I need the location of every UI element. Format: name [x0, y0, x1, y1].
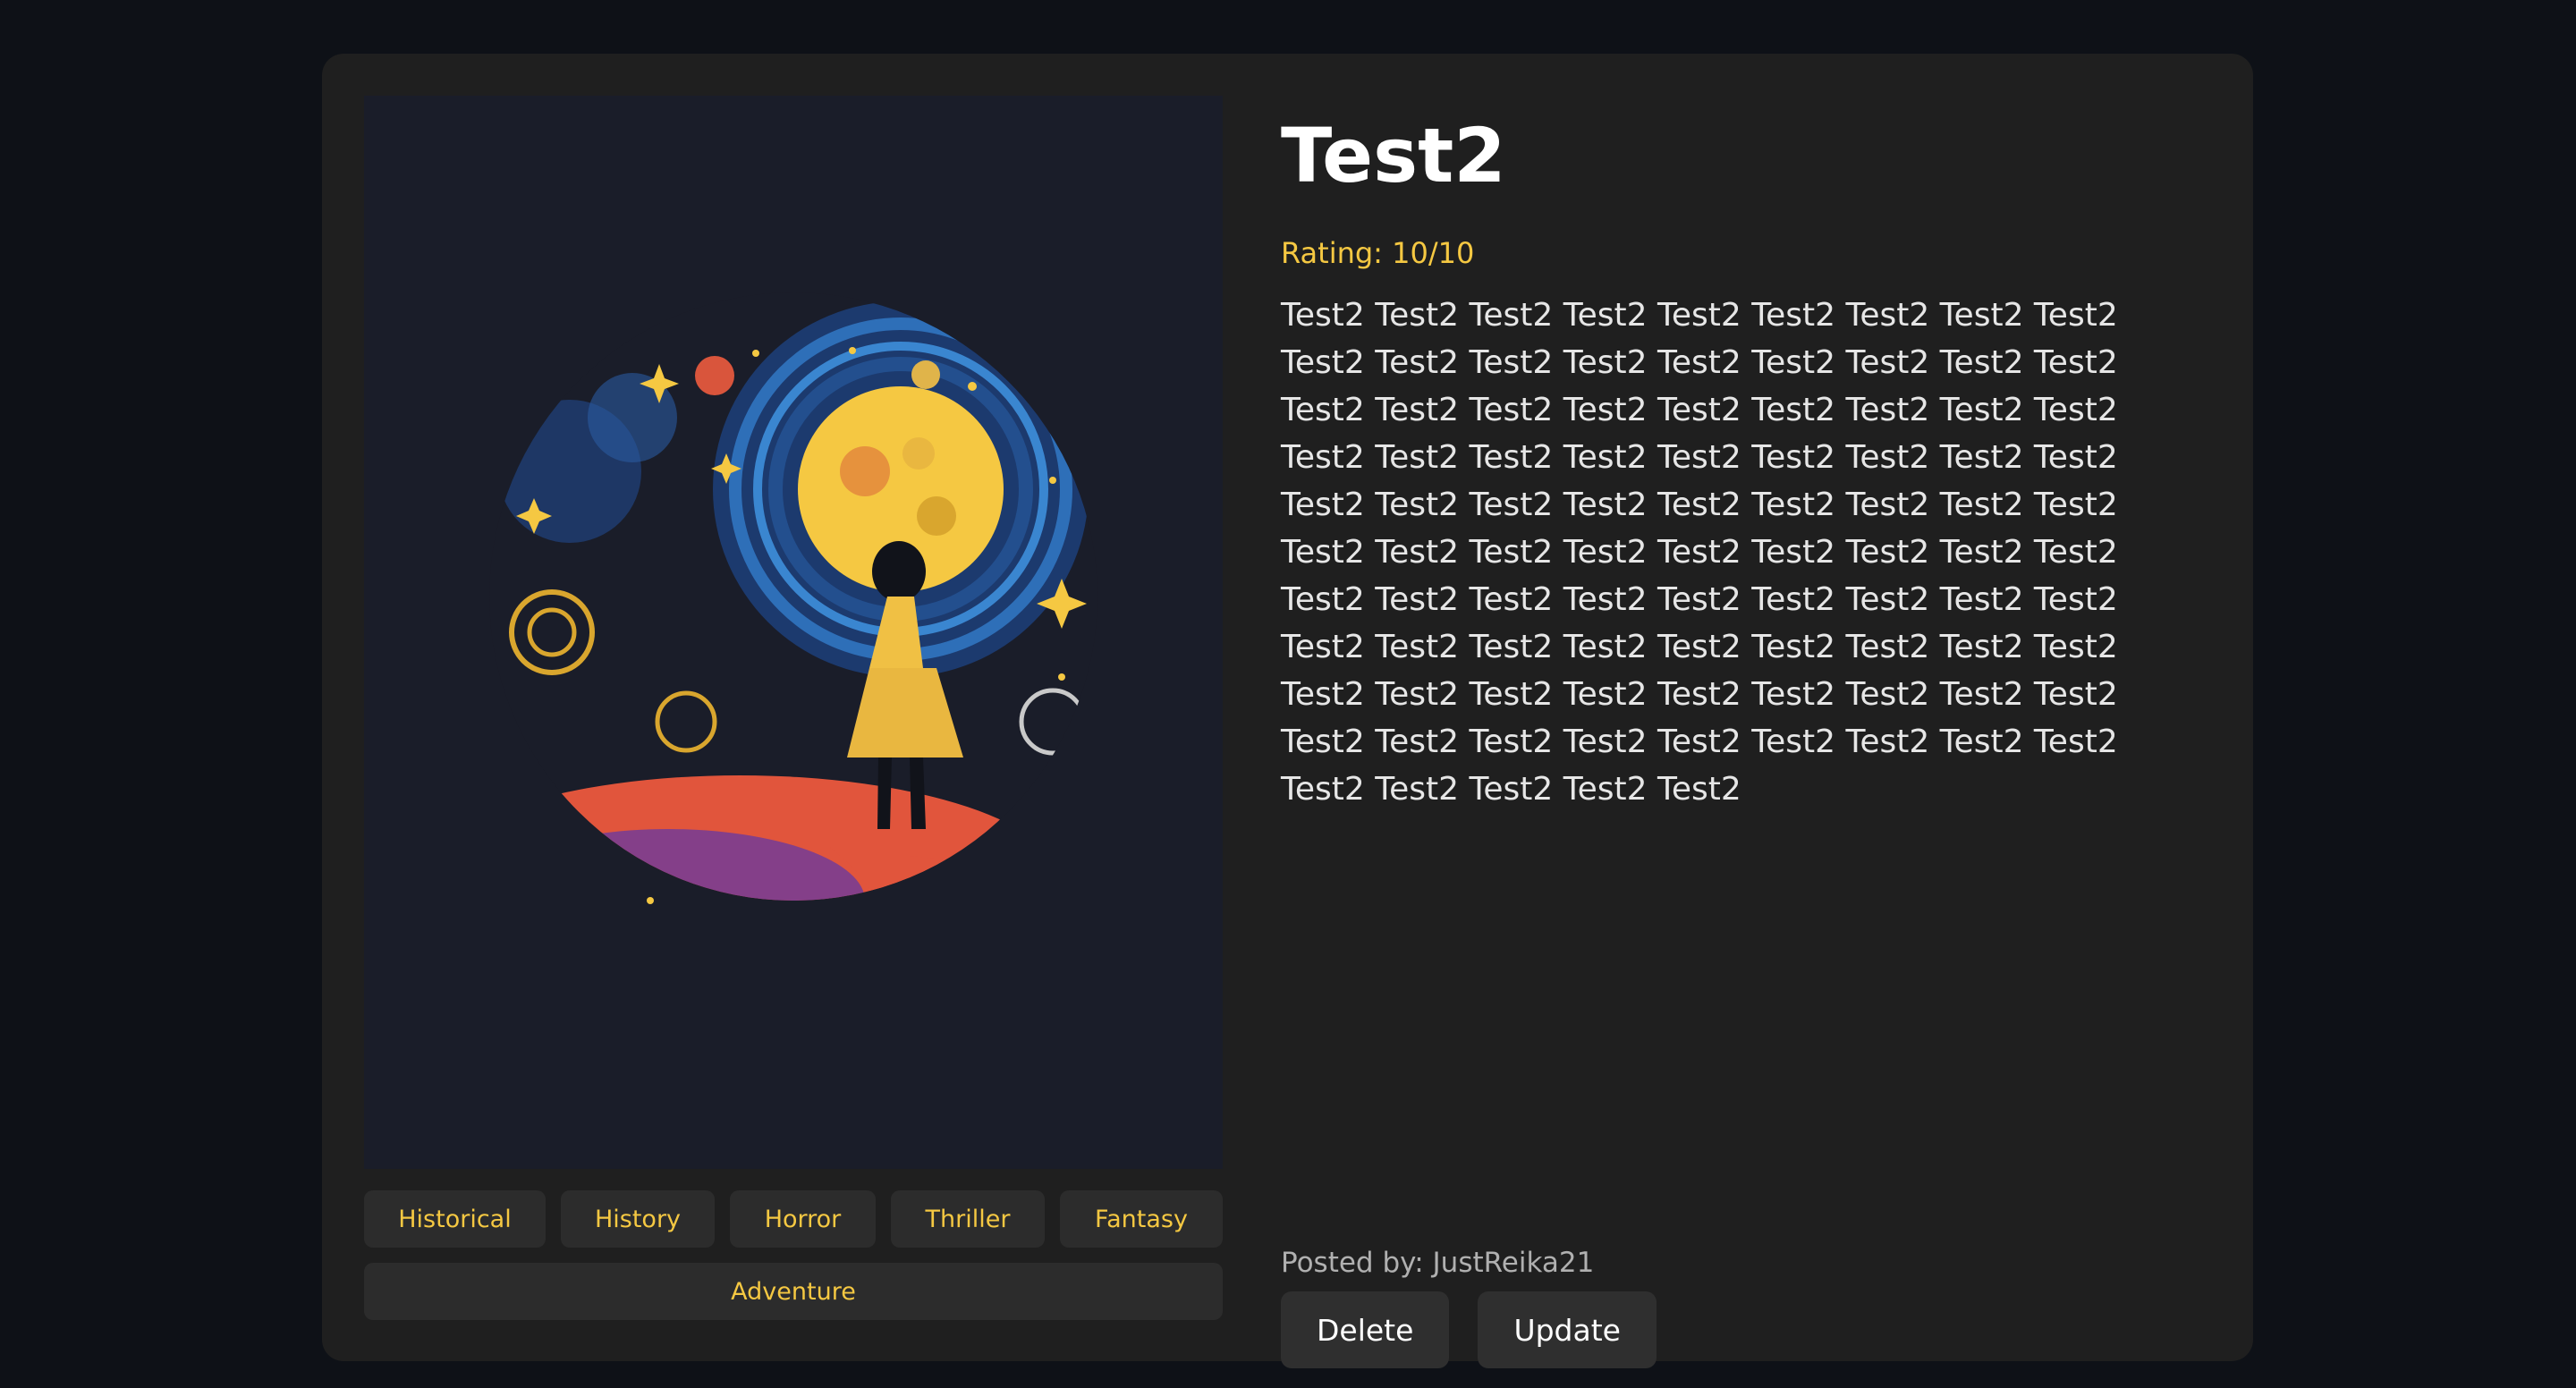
posted-by: Posted by: JustReika21	[1281, 1247, 1595, 1279]
cover-column: Historical History Horror Thriller Fanta…	[364, 96, 1223, 1320]
details-column: Test2 Rating: 10/10 Test2 Test2 Test2 Te…	[1281, 107, 2193, 1368]
genre-tags: Historical History Horror Thriller Fanta…	[364, 1190, 1223, 1320]
book-cover-image	[364, 96, 1223, 1169]
delete-button[interactable]: Delete	[1281, 1291, 1450, 1368]
update-button[interactable]: Update	[1478, 1291, 1657, 1368]
book-detail-card: Historical History Horror Thriller Fanta…	[322, 54, 2253, 1368]
tag-fantasy[interactable]: Fantasy	[1060, 1190, 1223, 1248]
book-description: Test2 Test2 Test2 Test2 Test2 Test2 Test…	[1281, 297, 2118, 808]
book-title: Test2	[1281, 112, 1506, 199]
tag-adventure[interactable]: Adventure	[364, 1263, 1223, 1320]
action-buttons: Delete Update	[1281, 1291, 1657, 1368]
post-footer: Posted by: JustReika21 Delete Update	[1281, 1247, 1657, 1368]
tag-history[interactable]: History	[561, 1190, 715, 1248]
tag-historical[interactable]: Historical	[364, 1190, 546, 1248]
tag-thriller[interactable]: Thriller	[891, 1190, 1045, 1248]
tag-horror[interactable]: Horror	[730, 1190, 876, 1248]
book-rating: Rating: 10/10	[1281, 236, 1475, 270]
